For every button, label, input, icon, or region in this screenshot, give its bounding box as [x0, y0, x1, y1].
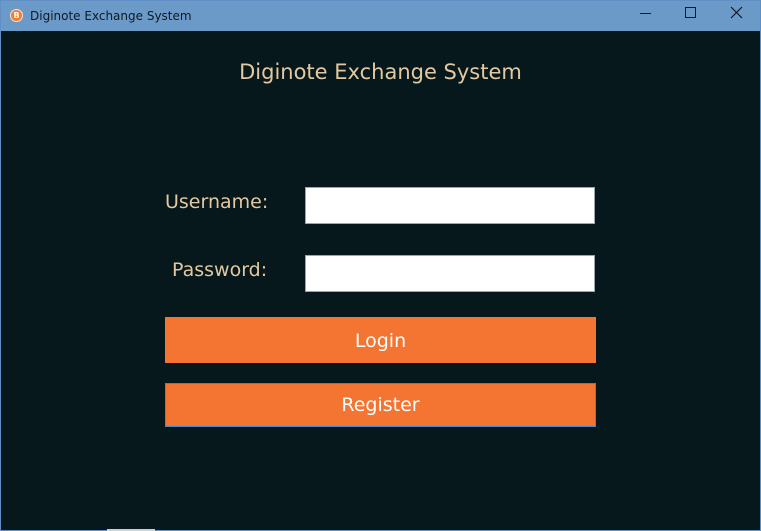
password-input[interactable]	[305, 255, 595, 292]
maximize-icon	[685, 7, 696, 18]
window-title: Diginote Exchange System	[30, 9, 192, 23]
app-window: B Diginote Exchange System Diginote Exch…	[0, 0, 761, 531]
app-logo-icon: B	[10, 9, 23, 22]
login-button[interactable]: Login	[165, 317, 596, 363]
close-button[interactable]	[714, 1, 760, 31]
username-input[interactable]	[305, 187, 595, 224]
username-label: Username:	[165, 191, 269, 213]
title-bar[interactable]: B Diginote Exchange System	[1, 1, 760, 31]
page-title: Diginote Exchange System	[239, 60, 522, 84]
maximize-button[interactable]	[668, 1, 714, 31]
minimize-button[interactable]	[622, 1, 668, 31]
minimize-icon	[640, 13, 651, 14]
close-icon	[730, 6, 743, 19]
register-button[interactable]: Register	[165, 383, 596, 427]
password-label: Password:	[172, 259, 268, 281]
